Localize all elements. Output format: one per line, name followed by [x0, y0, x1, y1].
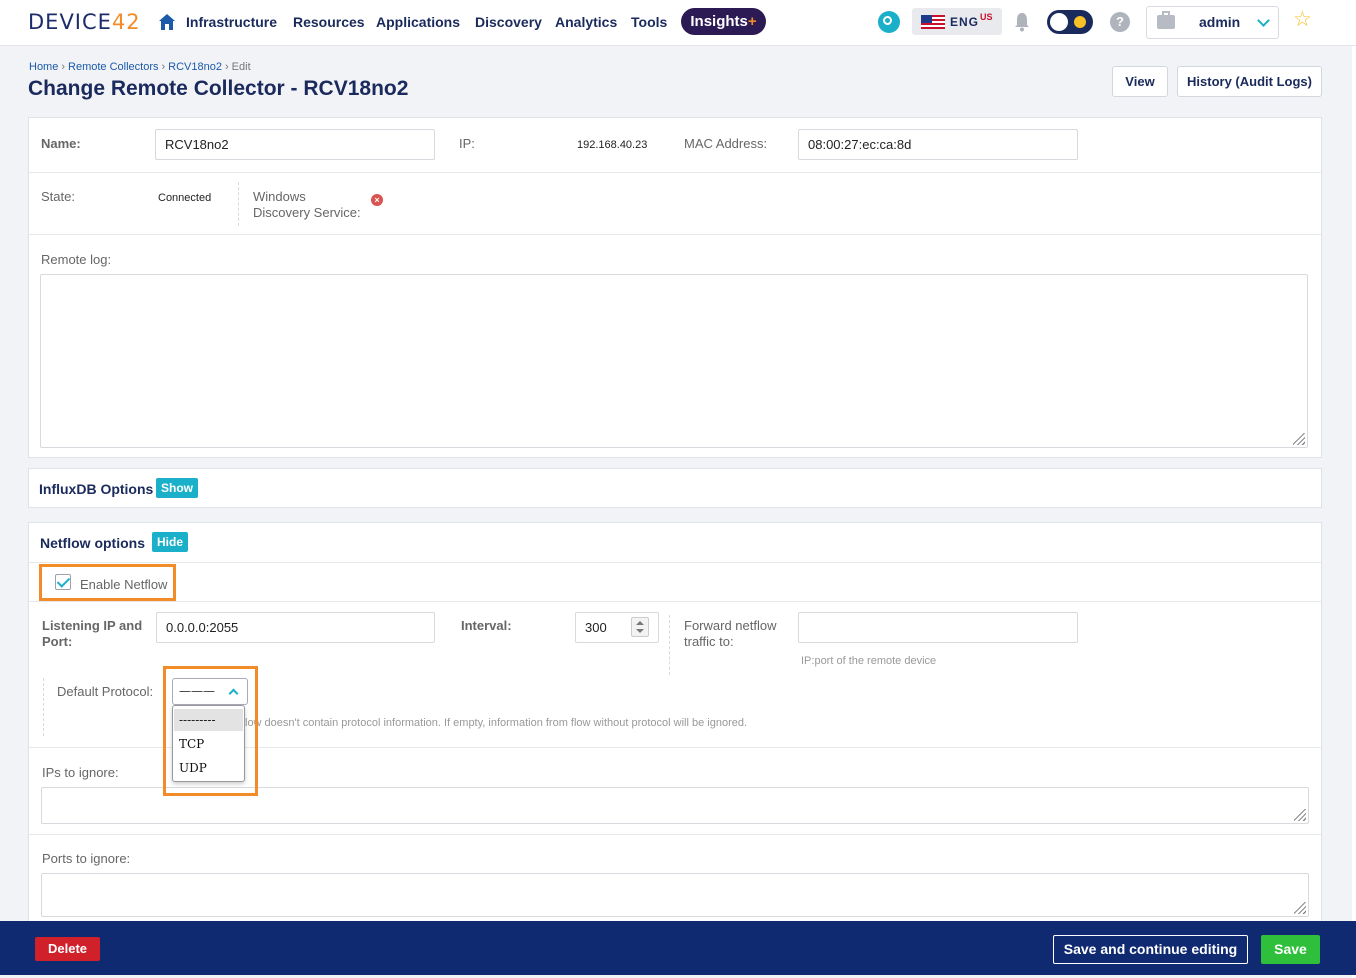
- view-button[interactable]: View: [1112, 66, 1168, 97]
- briefcase-icon: [1157, 11, 1175, 29]
- resize-handle[interactable]: [1294, 902, 1306, 914]
- page-edge: [1352, 46, 1356, 978]
- breadcrumb-collector[interactable]: RCV18no2: [168, 61, 222, 73]
- nav-resources[interactable]: Resources: [293, 14, 365, 30]
- listening-label-line1: Listening IP and: [42, 618, 143, 633]
- nav-applications[interactable]: Applications: [376, 14, 460, 30]
- spinner-up-icon: [636, 621, 644, 625]
- listening-ip-port-input[interactable]: 0.0.0.0:2055: [156, 612, 435, 643]
- breadcrumb: Home › Remote Collectors › RCV18no2 › Edit: [29, 61, 251, 73]
- remote-log-label: Remote log:: [41, 252, 112, 267]
- home-icon[interactable]: [158, 13, 176, 31]
- ip-label: IP:: [459, 136, 475, 151]
- language-label: ENG: [950, 15, 980, 29]
- theme-toggle[interactable]: [1047, 10, 1093, 34]
- default-protocol-label: Default Protocol:: [57, 684, 154, 699]
- ips-ignore-label: IPs to ignore:: [42, 765, 119, 780]
- toggle-knob: [1050, 13, 1068, 31]
- state-label: State:: [41, 189, 75, 204]
- star-icon[interactable]: ☆: [1293, 9, 1312, 30]
- action-footer: Delete Save and continue editing Save: [0, 921, 1356, 975]
- remote-log-textarea[interactable]: [40, 274, 1308, 448]
- divider: [669, 615, 670, 675]
- divider: [29, 562, 1321, 563]
- device42-logo[interactable]: DEVICE42: [28, 10, 141, 34]
- insights-plus: +: [747, 13, 757, 30]
- influxdb-options-panel: InfluxDB Options Show: [28, 468, 1322, 508]
- logo-text: DEVICE: [28, 10, 112, 34]
- error-icon: ×: [371, 194, 383, 206]
- nav-tools[interactable]: Tools: [631, 14, 667, 30]
- netflow-hide-button[interactable]: Hide: [152, 532, 189, 552]
- interval-label: Interval:: [461, 618, 512, 633]
- name-label: Name:: [41, 136, 81, 151]
- divider: [43, 678, 44, 736]
- us-flag-icon: [921, 15, 945, 29]
- mac-address-input[interactable]: 08:00:27:ec:ca:8d: [798, 129, 1078, 160]
- search-icon[interactable]: [878, 11, 900, 33]
- forward-label-line2: traffic to:: [684, 634, 734, 649]
- spinner-down-icon: [636, 629, 644, 633]
- name-input[interactable]: RCV18no2: [155, 129, 435, 160]
- sun-icon: [1074, 16, 1086, 28]
- save-continue-button[interactable]: Save and continue editing: [1053, 935, 1248, 964]
- breadcrumb-separator: ›: [225, 61, 229, 73]
- ports-ignore-label: Ports to ignore:: [42, 851, 131, 866]
- nav-discovery[interactable]: Discovery: [475, 14, 542, 30]
- divider: [29, 601, 1321, 602]
- listening-label-line2: Port:: [42, 634, 73, 649]
- breadcrumb-remote-collectors[interactable]: Remote Collectors: [68, 61, 158, 73]
- insights-label: Insights: [690, 13, 748, 30]
- user-name: admin: [1199, 14, 1241, 30]
- history-button[interactable]: History (Audit Logs): [1177, 66, 1322, 97]
- wds-label-line1: Windows: [253, 189, 306, 204]
- mac-label: MAC Address:: [684, 136, 768, 151]
- highlight-enable-netflow: [39, 564, 176, 601]
- divider: [29, 172, 1321, 173]
- delete-button[interactable]: Delete: [35, 937, 100, 961]
- influxdb-title: InfluxDB Options: [39, 481, 154, 497]
- forward-help-text: IP:port of the remote device: [801, 655, 937, 667]
- highlight-protocol-dropdown: [163, 666, 258, 796]
- interval-input[interactable]: 300: [575, 612, 659, 643]
- breadcrumb-separator: ›: [161, 61, 166, 73]
- nav-analytics[interactable]: Analytics: [555, 14, 617, 30]
- number-spinner[interactable]: [631, 617, 649, 637]
- protocol-help-text: low doesn't contain protocol information…: [245, 717, 748, 729]
- ports-ignore-textarea[interactable]: [41, 873, 1309, 917]
- collector-details-panel: Name: RCV18no2 IP: 192.168.40.23 MAC Add…: [28, 117, 1322, 458]
- ip-value: 192.168.40.23: [577, 139, 648, 151]
- breadcrumb-current: Edit: [231, 61, 251, 73]
- divider: [29, 234, 1321, 235]
- bell-icon[interactable]: [1014, 12, 1030, 32]
- influxdb-show-button[interactable]: Show: [156, 478, 198, 498]
- forward-traffic-input[interactable]: [798, 612, 1078, 643]
- language-selector[interactable]: ENG US: [912, 8, 1002, 35]
- page-title: Change Remote Collector - RCV18no2: [28, 77, 409, 100]
- resize-handle[interactable]: [1294, 809, 1306, 821]
- netflow-title: Netflow options: [40, 535, 145, 551]
- divider: [29, 834, 1321, 835]
- top-navigation: DEVICE42 Infrastructure Resources Applic…: [0, 0, 1356, 46]
- wds-label-line2: Discovery Service:: [253, 205, 361, 220]
- divider: [238, 182, 239, 226]
- breadcrumb-separator: ›: [61, 61, 66, 73]
- language-region: US: [980, 12, 993, 22]
- insights-button[interactable]: Insights+: [681, 8, 766, 35]
- help-icon[interactable]: ?: [1110, 12, 1130, 32]
- save-button[interactable]: Save: [1261, 935, 1320, 964]
- state-value: Connected: [158, 192, 212, 204]
- chevron-down-icon: [1257, 14, 1270, 27]
- resize-handle[interactable]: [1293, 433, 1305, 445]
- nav-infrastructure[interactable]: Infrastructure: [186, 14, 277, 30]
- interval-value: 300: [585, 620, 607, 635]
- logo-number: 42: [111, 10, 141, 34]
- user-menu[interactable]: admin: [1146, 6, 1279, 39]
- forward-label-line1: Forward netflow: [684, 618, 777, 633]
- breadcrumb-home[interactable]: Home: [29, 61, 58, 73]
